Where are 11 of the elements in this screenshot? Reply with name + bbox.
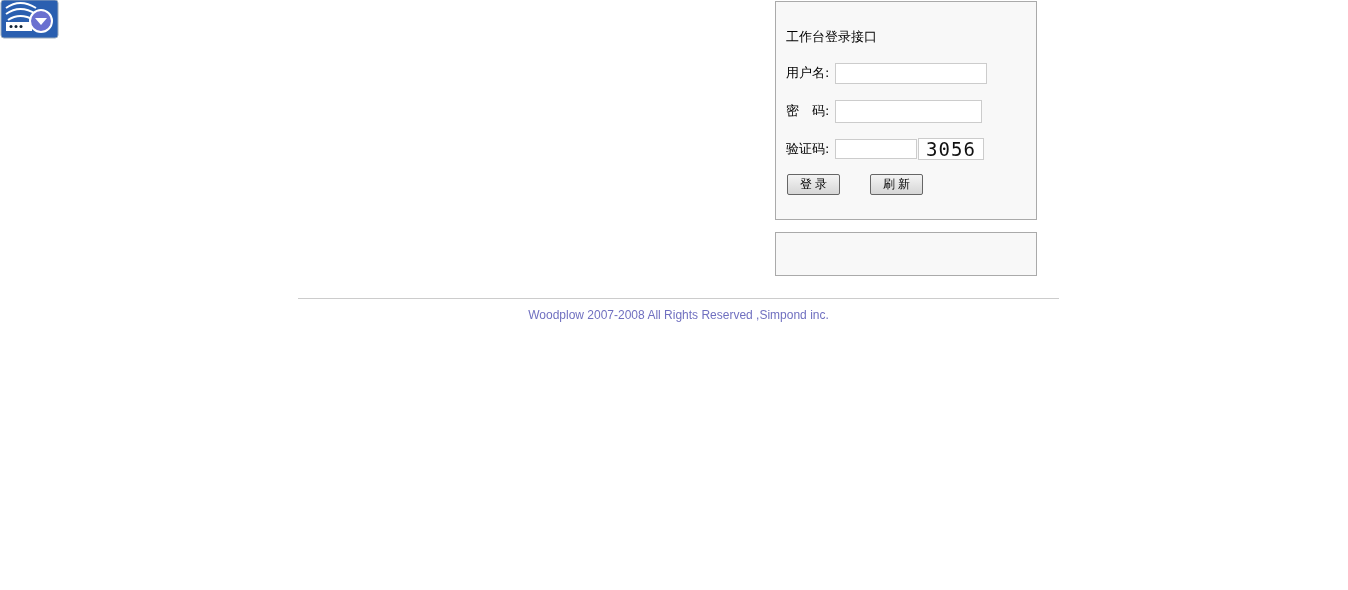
field-label: 用户名: (786, 64, 831, 82)
field-label: 密 码: (786, 102, 831, 120)
panel-title: 工作台登录接口 (786, 28, 878, 46)
captcha-field[interactable] (835, 139, 917, 159)
captcha-image[interactable]: 3056 (918, 138, 984, 160)
field-label: 验证码: (786, 140, 831, 158)
password-field[interactable] (835, 99, 982, 123)
login-button[interactable]: 登 录 (787, 174, 840, 195)
copyright-text: Woodplow 2007-2008 All Rights Reserved ,Simpond inc. (527, 308, 830, 322)
username-field[interactable] (835, 62, 987, 84)
refresh-button[interactable]: 刷 新 (870, 174, 923, 195)
